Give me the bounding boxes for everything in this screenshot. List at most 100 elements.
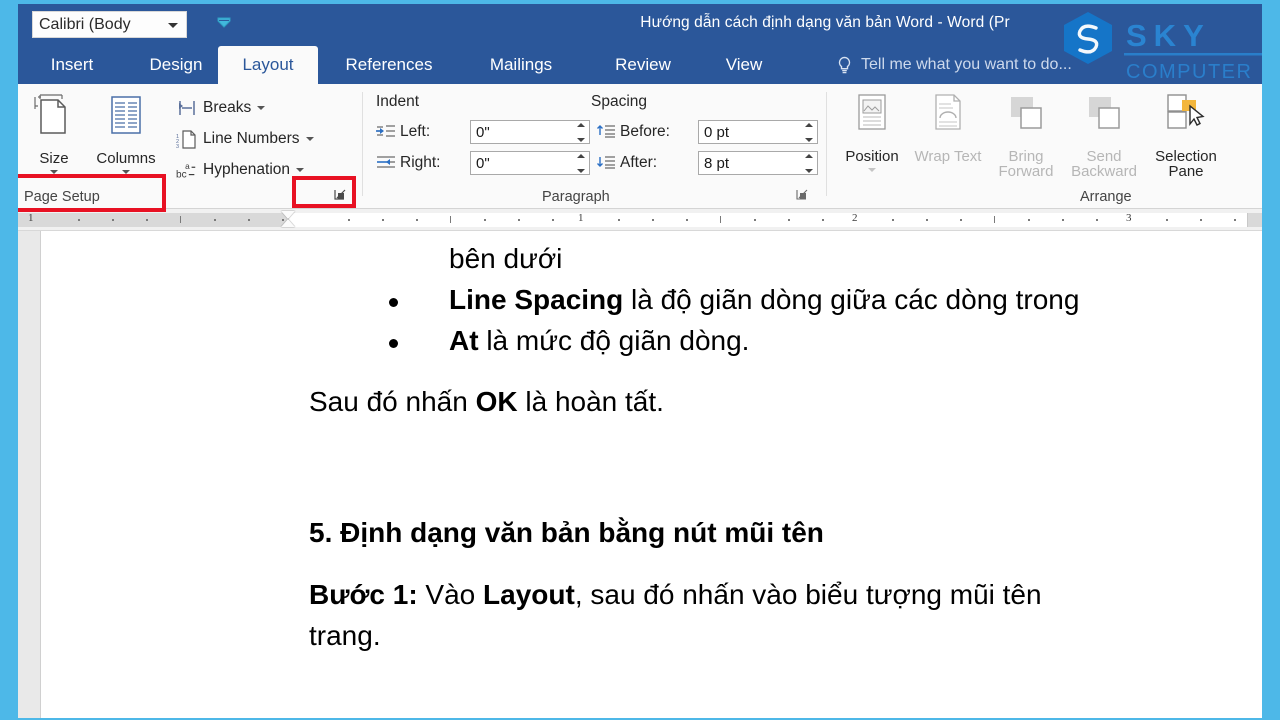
ruler-number: 3	[1126, 212, 1132, 224]
stepper-up-icon[interactable]	[804, 123, 813, 127]
paragraph-group-label: Paragraph	[542, 189, 610, 205]
section-heading: 5. Định dạng văn bản bằng nút mũi tên	[309, 513, 1262, 554]
chevron-down-icon	[50, 169, 58, 174]
chevron-down-icon	[305, 137, 314, 141]
wrap-text-button[interactable]: Wrap Text	[912, 92, 984, 164]
send-backward-icon	[1081, 92, 1127, 146]
paragraph-pre: Sau đó nhấn	[309, 385, 476, 417]
list-item-text: là mức độ giãn dòng.	[478, 324, 750, 356]
spacing-before-label: Before:	[620, 123, 670, 140]
spacing-subhead: Spacing	[591, 93, 648, 110]
document-title: Hướng dẫn cách định dạng văn bản Word - …	[640, 14, 1010, 31]
ribbon: Size Columns Breaks 1 2 3 Line Numbers b…	[18, 84, 1262, 212]
spacing-before-input[interactable]: 0 pt	[698, 120, 818, 144]
stepper-up-icon[interactable]	[576, 123, 585, 127]
ruler-number: 2	[852, 212, 858, 224]
page-setup-dialog-launcher-highlight	[292, 176, 356, 208]
line-numbers-button[interactable]: 1 2 3 Line Numbers	[176, 129, 314, 149]
indent-left-value: 0"	[476, 123, 490, 141]
list-item-text: là độ giãn dòng giữa các dòng trong	[623, 283, 1080, 315]
paragraph-step1-wrap: trang.	[309, 616, 1262, 657]
size-button[interactable]: Size	[18, 92, 90, 174]
indent-right-input[interactable]: 0"	[470, 151, 590, 175]
document-canvas: After là độ giãn dòng giữa dòng cuối cùn…	[18, 231, 1262, 718]
word-window: Calibri (Body Hướng dẫn cách định dạng v…	[18, 4, 1262, 718]
spacing-after-stepper[interactable]	[803, 154, 814, 173]
stepper-down-icon[interactable]	[576, 169, 585, 173]
send-backward-button[interactable]: Send Backward	[1068, 92, 1140, 179]
stepper-up-icon[interactable]	[804, 154, 813, 158]
horizontal-ruler[interactable]: 1 1 2 3	[18, 209, 1262, 231]
columns-button[interactable]: Columns	[90, 92, 162, 174]
group-separator	[362, 92, 363, 196]
chevron-down-icon	[296, 168, 305, 172]
page-setup-label-highlight	[18, 174, 166, 212]
spacing-before-stepper[interactable]	[803, 123, 814, 142]
stepper-up-icon[interactable]	[576, 154, 585, 158]
indent-right-stepper[interactable]	[575, 154, 586, 173]
svg-text:3: 3	[176, 144, 179, 149]
arrange-group-label: Arrange	[1080, 189, 1132, 205]
tab-layout[interactable]: Layout	[218, 46, 318, 84]
paragraph-dialog-launcher[interactable]	[796, 189, 810, 203]
hyphenation-button[interactable]: bc a Hyphenation	[176, 160, 305, 180]
selection-pane-button[interactable]: Selection Pane	[1150, 92, 1222, 179]
spacing-after-input[interactable]: 8 pt	[698, 151, 818, 175]
first-line-indent-marker[interactable]	[281, 211, 295, 219]
tell-me-search[interactable]: Tell me what you want to do...	[836, 46, 1072, 84]
spacing-after-icon	[596, 154, 616, 175]
list-item: Line Spacing là độ giãn dòng giữa các dò…	[309, 280, 1262, 321]
breaks-button[interactable]: Breaks	[176, 98, 266, 118]
indent-left-icon	[376, 123, 396, 144]
hyphenation-label: Hyphenation	[203, 161, 291, 178]
stepper-down-icon[interactable]	[576, 138, 585, 142]
indent-right-label: Right:	[400, 154, 441, 171]
step-post: , sau đó nhấn vào biểu tượng mũi tên	[574, 579, 1042, 611]
bullet-icon	[389, 297, 398, 307]
paragraph-bold: OK	[475, 385, 518, 417]
ruler-margin-right	[1248, 213, 1262, 227]
document-page[interactable]: After là độ giãn dòng giữa dòng cuối cùn…	[40, 231, 1262, 718]
tab-view[interactable]: View	[708, 46, 780, 84]
document-text: After là độ giãn dòng giữa dòng cuối cùn…	[309, 231, 1262, 657]
ruler-number: 1	[578, 212, 584, 224]
indent-left-input[interactable]: 0"	[470, 120, 590, 144]
position-icon	[849, 92, 895, 146]
bring-forward-button[interactable]: Bring Forward	[990, 92, 1062, 179]
spacing-after-label: After:	[620, 154, 658, 171]
continuation-text: bên dưới	[449, 243, 563, 274]
bring-forward-label: Bring Forward	[998, 147, 1054, 181]
hanging-indent-marker[interactable]	[281, 219, 295, 227]
breaks-icon	[176, 98, 198, 118]
position-button[interactable]: Position	[836, 92, 908, 172]
stepper-down-icon[interactable]	[804, 138, 813, 142]
step-target: Layout	[483, 579, 575, 611]
group-separator	[826, 92, 827, 196]
hyphenation-icon: bc a	[176, 160, 198, 180]
paragraph-continuation: bên dưới	[449, 239, 1262, 280]
svg-text:a: a	[185, 162, 190, 171]
tab-references[interactable]: References	[328, 46, 450, 84]
position-label: Position	[845, 147, 899, 165]
stepper-down-icon[interactable]	[804, 169, 813, 173]
step-mid: Vào	[417, 579, 484, 611]
clipped-paragraph-line: After là độ giãn dòng giữa dòng cuối cùn…	[309, 231, 1262, 237]
ruler-text-zone	[288, 213, 1248, 227]
columns-label: Columns	[96, 149, 156, 167]
tab-design[interactable]: Design	[128, 46, 224, 84]
send-backward-label: Send Backward	[1071, 147, 1137, 181]
line-numbers-label: Line Numbers	[203, 130, 300, 147]
tab-mailings[interactable]: Mailings	[466, 46, 576, 84]
spacing-after-value: 8 pt	[704, 154, 730, 172]
tab-insert[interactable]: Insert	[32, 46, 112, 84]
chevron-down-icon	[122, 169, 130, 174]
line-numbers-icon: 1 2 3	[176, 129, 198, 149]
wrap-text-icon	[925, 92, 971, 146]
section-heading-text: 5. Định dạng văn bản bằng nút mũi tên	[309, 516, 824, 548]
selection-pane-label: Selection Pane	[1155, 147, 1217, 181]
chevron-down-icon	[868, 167, 876, 172]
indent-left-stepper[interactable]	[575, 123, 586, 142]
tab-review[interactable]: Review	[596, 46, 690, 84]
indent-right-value: 0"	[476, 154, 490, 172]
bring-forward-icon	[1003, 92, 1049, 146]
